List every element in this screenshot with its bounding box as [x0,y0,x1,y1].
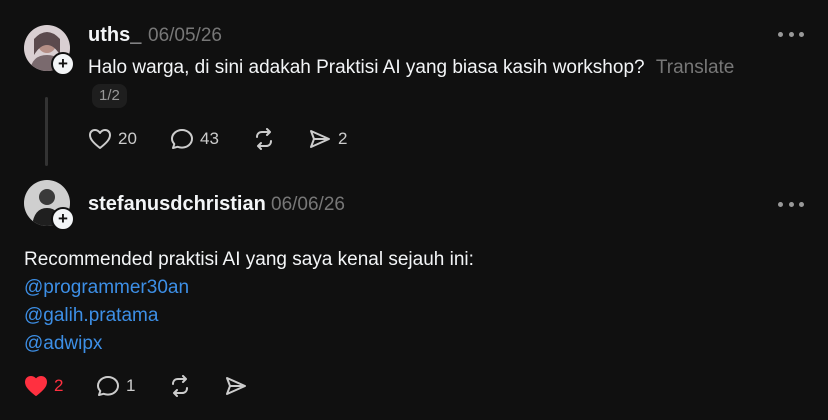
more-icon[interactable] [778,30,804,38]
reply-count: 1 [126,376,136,395]
post-date: 06/05/26 [148,25,222,46]
post-text-content: Halo warga, di sini adakah Praktisi AI y… [88,57,645,78]
repost-button[interactable] [168,375,192,397]
share-icon [226,377,246,395]
repost-icon [172,375,188,397]
share-button[interactable]: 2 [308,128,347,150]
pager-badge: 1/2 [92,84,127,108]
follow-plus-icon[interactable]: + [51,207,75,231]
share-count: 2 [338,129,348,148]
reply-button[interactable]: 43 [170,128,219,150]
comment-icon [171,129,193,149]
mention-link[interactable]: @galih.pratama [24,305,158,327]
like-button[interactable]: 2 [24,375,63,397]
like-count: 2 [54,376,64,395]
thread-line [45,97,48,166]
comment-icon [97,376,119,396]
post-username[interactable]: stefanusdchristian [88,193,266,216]
mention-link[interactable]: @programmer30an [24,277,189,299]
post-text: Recommended praktisi AI yang saya kenal … [24,249,474,270]
heart-icon [25,376,47,396]
like-count: 20 [118,129,137,148]
translate-link[interactable]: Translate [656,57,735,78]
follow-plus-icon[interactable]: + [51,52,75,76]
reply-button[interactable]: 1 [96,375,135,397]
repost-button[interactable] [252,128,276,150]
repost-icon [256,128,272,150]
mention-link[interactable]: @adwipx [24,333,102,355]
like-button[interactable]: 20 [88,128,137,150]
post-username[interactable]: uths_ [88,24,141,47]
share-icon [310,130,330,148]
post-text: Halo warga, di sini adakah Praktisi AI y… [88,57,734,79]
reply-count: 43 [200,129,219,148]
heart-icon [89,129,111,149]
more-icon[interactable] [778,200,804,208]
share-button[interactable] [224,375,248,397]
post-date: 06/06/26 [271,194,345,215]
